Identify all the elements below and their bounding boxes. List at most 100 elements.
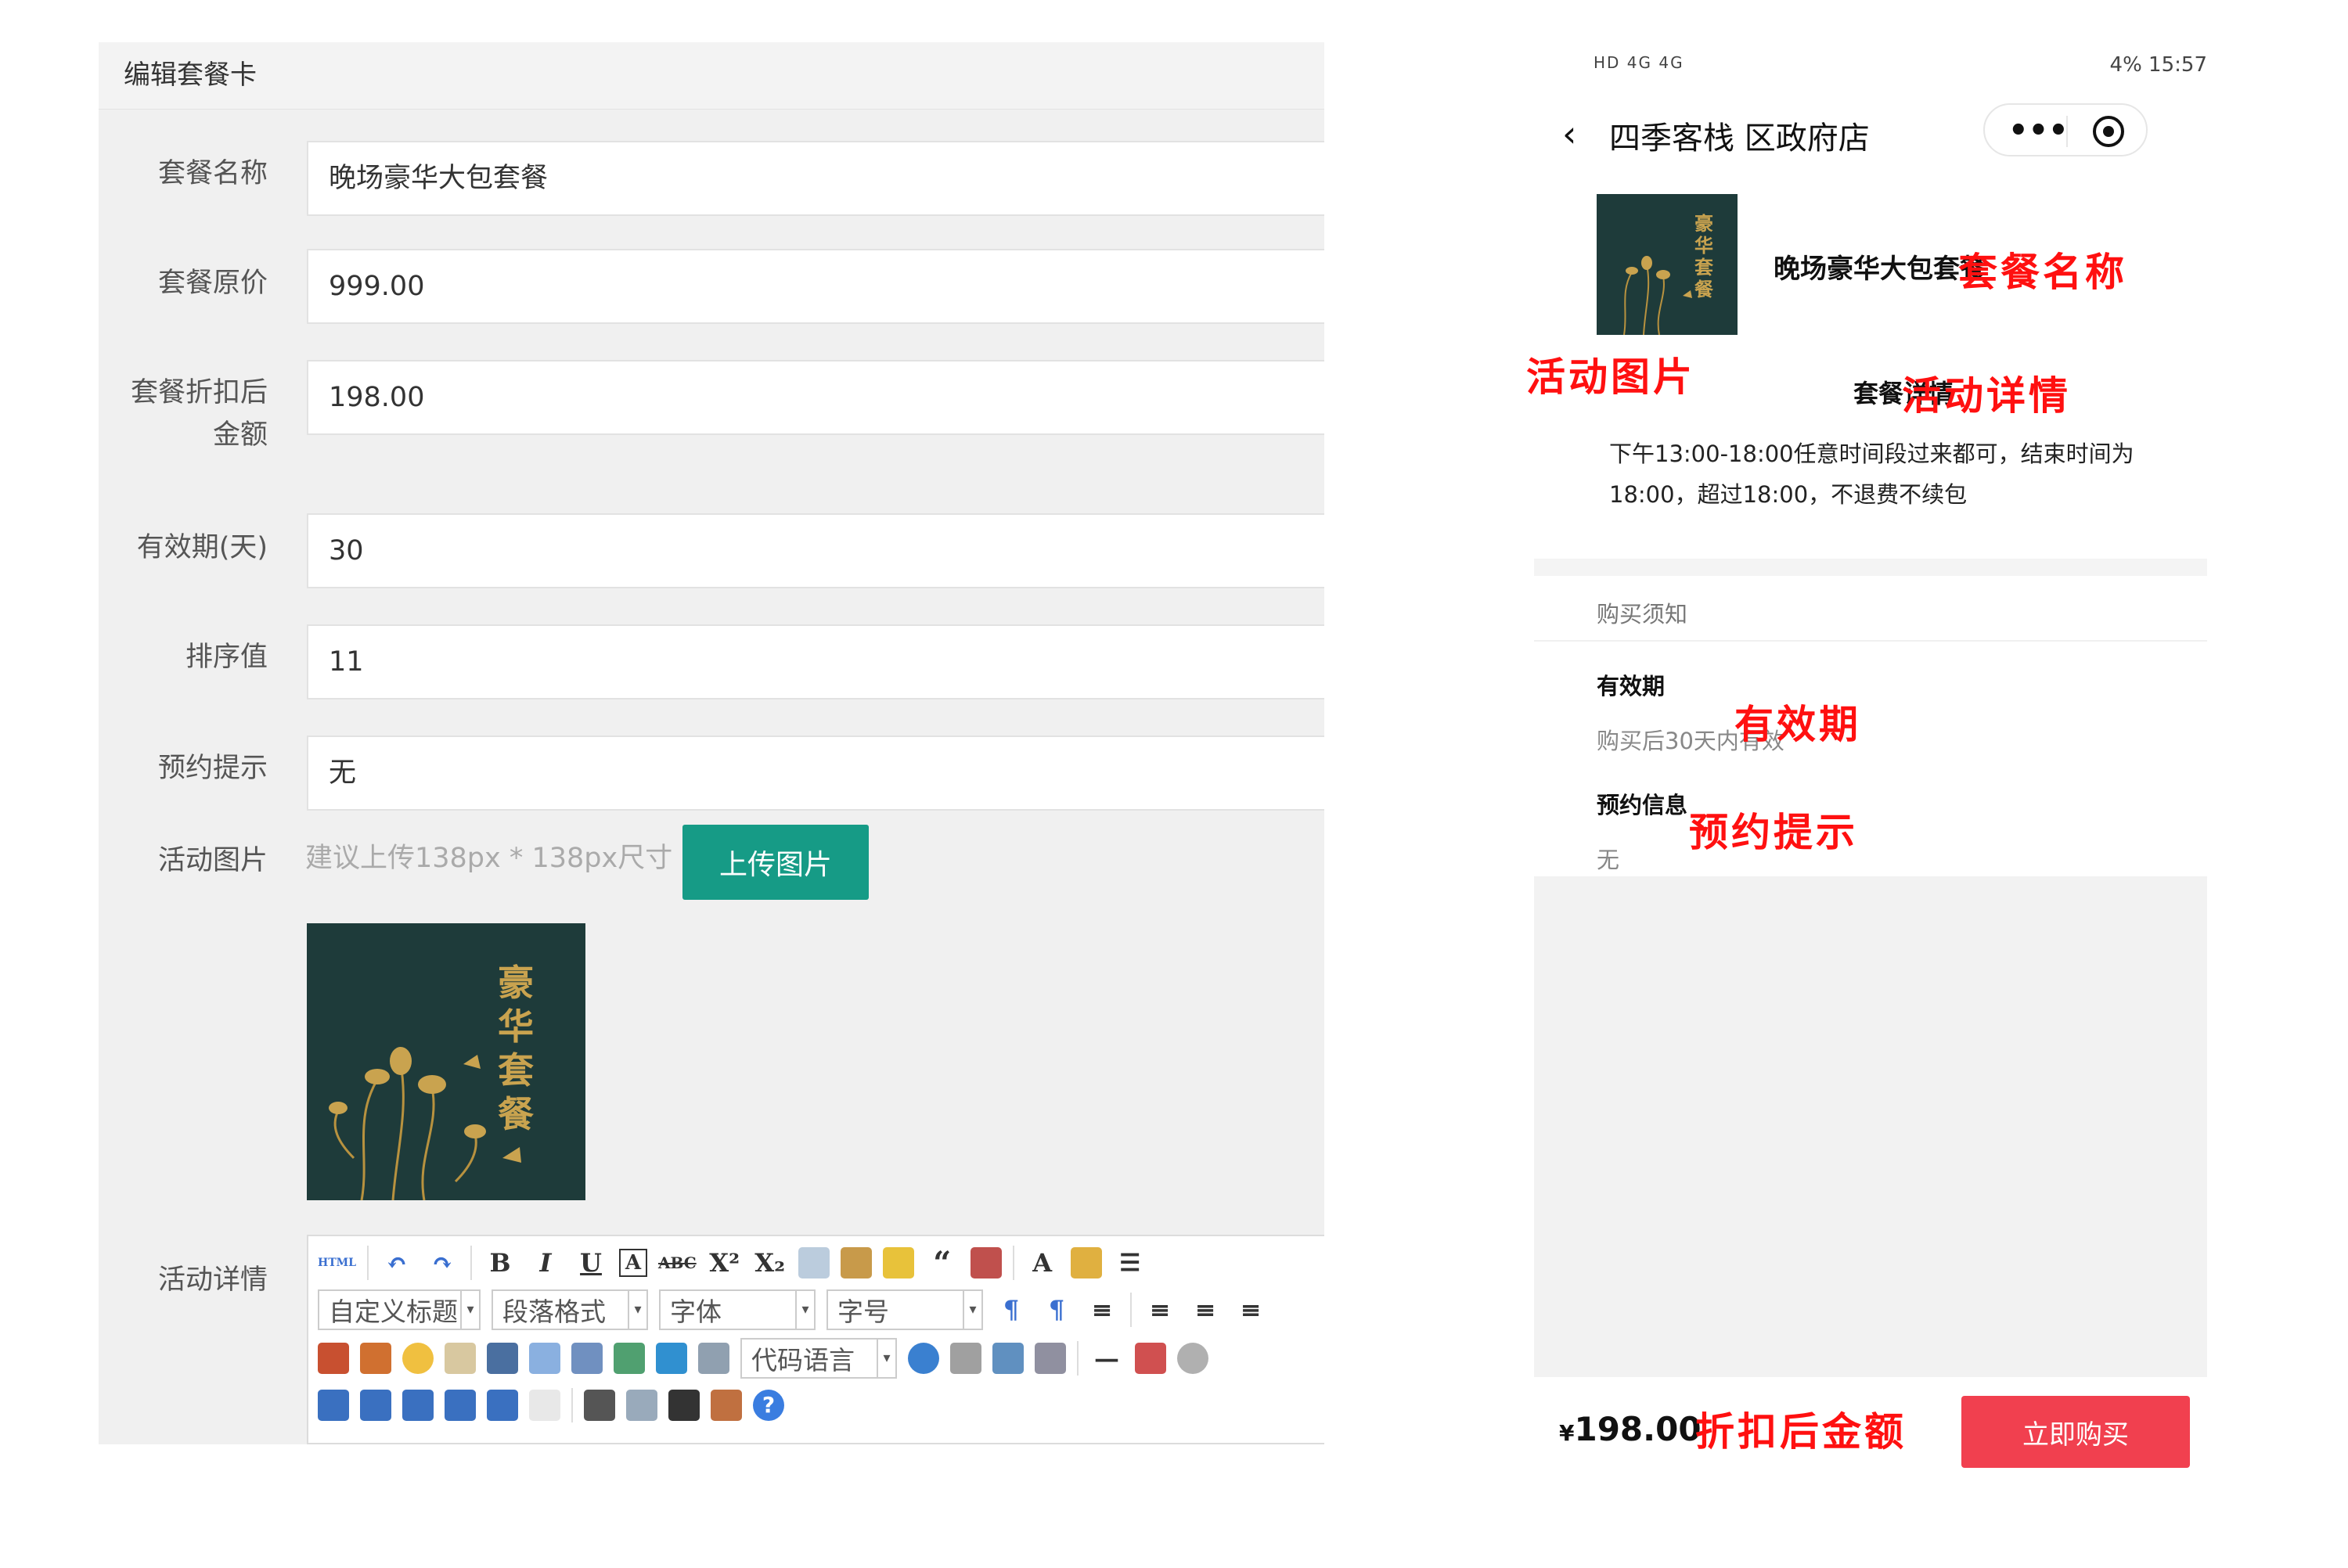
package-name: 晚场豪华大包套餐	[1774, 254, 1986, 285]
map-icon[interactable]	[614, 1343, 645, 1374]
search-replace-icon[interactable]	[668, 1390, 700, 1421]
purchase-notice-title: 购买须知	[1597, 601, 1688, 628]
price: ¥198.00	[1559, 1410, 1702, 1448]
date-icon[interactable]	[1135, 1343, 1166, 1374]
editor-toolbar-row-1: HTML ↶ ↷ B I U A ABC X² X₂ “ A ☰	[318, 1241, 1147, 1285]
font-border-icon[interactable]: A	[619, 1249, 647, 1277]
ordered-list-icon[interactable]: ☰	[1113, 1244, 1147, 1282]
superscript-icon[interactable]: X²	[708, 1244, 742, 1282]
merge-cells-icon[interactable]	[445, 1390, 476, 1421]
strikethrough-icon[interactable]: ABC	[658, 1244, 697, 1282]
font-size-value: 字号	[837, 1296, 889, 1327]
gold-flower-illustration	[329, 1047, 521, 1200]
print-icon[interactable]	[584, 1390, 615, 1421]
multi-image-icon[interactable]	[360, 1343, 391, 1374]
blank-icon[interactable]	[529, 1390, 560, 1421]
custom-title-select[interactable]: 自定义标题 ▾	[318, 1289, 481, 1330]
paragraph-format-select[interactable]: 段落格式 ▾	[492, 1289, 648, 1330]
sort-input[interactable]: 11	[307, 624, 1324, 699]
time-icon[interactable]	[1177, 1343, 1208, 1374]
emoji-icon[interactable]	[402, 1343, 434, 1374]
chevron-down-icon: ▾	[795, 1291, 814, 1329]
screenshot-root: 编辑套餐卡 套餐名称 晚场豪华大包套餐 套餐原价 999.00 套餐折扣后 金额…	[0, 0, 2348, 1568]
help-icon[interactable]: ?	[753, 1390, 784, 1421]
pagebreak-icon[interactable]	[950, 1343, 981, 1374]
font-size-select[interactable]: 字号 ▾	[826, 1289, 983, 1330]
section-separator	[1534, 559, 2207, 576]
annotation-validity: 有效期	[1734, 702, 1861, 747]
price-value: 198.00	[1574, 1410, 1702, 1448]
highlight-color-icon[interactable]	[1070, 1247, 1102, 1278]
align-center-icon[interactable]: ≡	[1188, 1291, 1223, 1329]
insert-col-icon[interactable]	[402, 1390, 434, 1421]
web-icon[interactable]	[908, 1343, 939, 1374]
format-brush-icon[interactable]	[840, 1247, 872, 1278]
annotation-discount-price: 折扣后金额	[1695, 1409, 1907, 1455]
template-icon[interactable]	[992, 1343, 1024, 1374]
mini-program-capsule: •••	[1983, 103, 2148, 156]
attachment-icon[interactable]	[571, 1343, 603, 1374]
code-language-select[interactable]: 代码语言 ▾	[740, 1338, 897, 1379]
underline-button[interactable]: U	[574, 1244, 608, 1282]
admin-edit-panel: 编辑套餐卡 套餐名称 晚场豪华大包套餐 套餐原价 999.00 套餐折扣后 金额…	[99, 42, 1324, 1444]
insert-table-icon[interactable]	[318, 1390, 349, 1421]
video-icon[interactable]	[487, 1343, 518, 1374]
drafts-icon[interactable]	[711, 1390, 742, 1421]
nav-title: 四季客栈 区政府店	[1609, 120, 1870, 156]
italic-button[interactable]: I	[528, 1244, 563, 1282]
reservation-title: 预约信息	[1597, 792, 1688, 818]
nav-bar: ‹ 四季客栈 区政府店 •••	[1534, 89, 2207, 174]
subscript-icon[interactable]: X₂	[753, 1244, 787, 1282]
activity-image-thumbnail[interactable]: 豪华套餐	[307, 923, 585, 1200]
scrawl-icon[interactable]	[445, 1343, 476, 1374]
validity-input[interactable]: 30	[307, 513, 1324, 588]
admin-header: 编辑套餐卡	[99, 42, 1324, 110]
toolbar-divider	[470, 1246, 472, 1280]
validity-label: 有效期(天)	[136, 532, 268, 563]
annotation-reservation: 预约提示	[1689, 810, 1858, 855]
music-icon[interactable]	[529, 1343, 560, 1374]
undo-icon[interactable]: ↶	[380, 1244, 414, 1282]
ltr-icon[interactable]: ¶	[994, 1291, 1028, 1329]
paragraph-format-value: 段落格式	[502, 1296, 606, 1327]
validity-title: 有效期	[1597, 673, 1666, 699]
sort-label: 排序值	[185, 642, 268, 673]
image-icon[interactable]	[318, 1343, 349, 1374]
frame-icon[interactable]	[698, 1343, 729, 1374]
rich-text-editor[interactable]: HTML ↶ ↷ B I U A ABC X² X₂ “ A ☰ 自定义标题 ▾…	[307, 1235, 1324, 1444]
paste-text-icon[interactable]	[970, 1247, 1002, 1278]
horizontal-rule-icon[interactable]: —	[1089, 1340, 1124, 1377]
rtl-icon[interactable]: ¶	[1039, 1291, 1074, 1329]
magic-wand-icon[interactable]	[882, 1247, 914, 1278]
capsule-divider	[2066, 116, 2068, 147]
detail-label: 活动详情	[157, 1264, 268, 1296]
redo-icon[interactable]: ↷	[425, 1244, 459, 1282]
font-family-select[interactable]: 字体 ▾	[659, 1289, 816, 1330]
eraser-icon[interactable]	[798, 1247, 830, 1278]
status-left: HD 4G 4G	[1594, 53, 1684, 72]
background-icon[interactable]	[1035, 1343, 1066, 1374]
preview-icon[interactable]	[626, 1390, 657, 1421]
indent-icon[interactable]: ≡	[1085, 1291, 1119, 1329]
html-source-button[interactable]: HTML	[318, 1244, 356, 1282]
buy-now-button[interactable]: 立即购买	[1961, 1396, 2190, 1468]
align-left-icon[interactable]: ≡	[1143, 1291, 1177, 1329]
upload-image-button[interactable]: 上传图片	[682, 825, 869, 900]
name-input[interactable]: 晚场豪华大包套餐	[307, 141, 1324, 216]
bold-button[interactable]: B	[483, 1244, 517, 1282]
reservation-input[interactable]: 无	[307, 735, 1324, 811]
font-color-button[interactable]: A	[1025, 1244, 1060, 1282]
original-price-input[interactable]: 999.00	[307, 249, 1324, 324]
quote-icon[interactable]: “	[925, 1244, 960, 1282]
thumbnail-title: 豪华套餐	[498, 962, 534, 1135]
more-icon[interactable]: •••	[2008, 113, 2069, 149]
split-cells-icon[interactable]	[487, 1390, 518, 1421]
back-chevron-icon[interactable]: ‹	[1562, 113, 1576, 155]
discount-price-input[interactable]: 198.00	[307, 360, 1324, 435]
custom-title-value: 自定义标题	[329, 1296, 458, 1327]
insert-row-icon[interactable]	[360, 1390, 391, 1421]
gmap-icon[interactable]	[656, 1343, 687, 1374]
mobile-preview: HD 4G 4G 4% 15:57 ‹ 四季客栈 区政府店 ••• 豪华套餐 晚…	[1534, 42, 2254, 1513]
align-right-icon[interactable]: ≡	[1233, 1291, 1268, 1329]
close-target-icon[interactable]	[2093, 116, 2124, 147]
